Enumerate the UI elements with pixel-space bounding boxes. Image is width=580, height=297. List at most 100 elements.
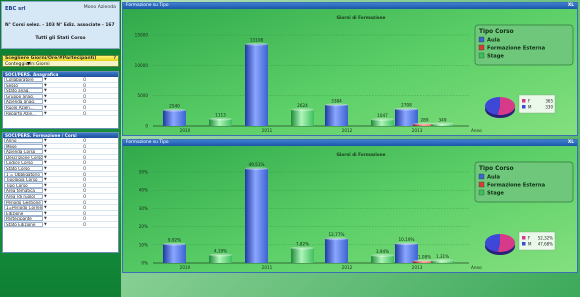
bar-cap	[395, 242, 418, 246]
chart-panel-bottom: Formazione su Tipo XL Giorni di Formazio…	[122, 139, 578, 273]
chevron-down-icon[interactable]: ▼	[44, 155, 47, 160]
list-item-label: Tipologia Corso	[4, 177, 43, 183]
bar-aula	[245, 44, 268, 126]
selector-header: Scegliere Giorni/Ore/#Partecipanti) ?	[3, 56, 118, 61]
data-label: 3,94%	[376, 249, 389, 254]
list-item-label: Stato anag.	[4, 88, 43, 94]
chevron-down-icon[interactable]: ▼	[44, 83, 47, 88]
formazione-panel: SOCI/PERS. Formazione / Corsi Anno ▼ O Mese…	[2, 132, 119, 253]
chevron-down-icon[interactable]: ▼	[44, 205, 47, 210]
count-selector[interactable]: Conteggio in: Giorni ▼	[4, 62, 118, 67]
chevron-down-icon[interactable]: ▼	[44, 177, 47, 182]
list-item-label: Ruolo Azien...	[4, 104, 43, 110]
excel-icon[interactable]: XL	[568, 140, 574, 146]
list-item-label: Edizione	[4, 210, 43, 216]
list-item-label: Mese	[4, 143, 43, 149]
select-indicator[interactable]: O	[83, 83, 86, 88]
select-indicator[interactable]: O	[83, 222, 86, 227]
bar-stage	[291, 248, 314, 263]
select-indicator[interactable]: O	[83, 99, 86, 104]
x-tick-label: 2010	[180, 128, 191, 133]
chevron-down-icon[interactable]: ▼	[44, 144, 47, 149]
chevron-down-icon[interactable]: ▼	[27, 62, 31, 67]
select-indicator[interactable]: O	[83, 77, 86, 82]
legend-title: Tipo Corso	[479, 29, 514, 35]
chevron-down-icon[interactable]: ▼	[44, 211, 47, 216]
chevron-down-icon[interactable]: ▼	[44, 188, 47, 193]
chevron-down-icon[interactable]: ▼	[44, 94, 47, 99]
chevron-down-icon[interactable]: ▼	[44, 222, 47, 227]
bar-cap	[431, 122, 454, 126]
chevron-down-icon[interactable]: ▼	[44, 138, 47, 143]
chevron-down-icon[interactable]: ▼	[44, 88, 47, 93]
tick-label: 30%	[139, 206, 148, 211]
select-indicator[interactable]: O	[83, 144, 86, 149]
select-indicator[interactable]: O	[83, 172, 86, 177]
bar-cap	[163, 242, 186, 246]
chevron-down-icon[interactable]: ▼	[44, 160, 47, 165]
select-indicator[interactable]: O	[83, 177, 86, 182]
data-label: 2708	[401, 103, 412, 108]
bar-aula	[163, 110, 186, 126]
select-indicator[interactable]: O	[83, 166, 86, 171]
bar-cap	[325, 237, 348, 241]
select-indicator[interactable]: O	[83, 160, 86, 165]
excel-icon[interactable]: XL	[568, 3, 574, 9]
select-indicator[interactable]: O	[83, 211, 86, 216]
x-tick-label: 2010	[180, 265, 191, 270]
select-indicator[interactable]: O	[83, 200, 86, 205]
list-item-label: Codice Corso	[4, 160, 43, 166]
select-indicator[interactable]: O	[83, 194, 86, 199]
chevron-down-icon[interactable]: ▼	[44, 194, 47, 199]
select-indicator[interactable]: O	[83, 138, 86, 143]
chevron-down-icon[interactable]: ▼	[44, 216, 47, 221]
chevron-down-icon[interactable]: ▼	[44, 99, 47, 104]
chevron-down-icon[interactable]: ▼	[44, 77, 47, 82]
list-item-label: Tipo Corso	[4, 182, 43, 188]
anagrafica-list: Collaboratore ▼ O Sesso ▼ O Stato anag. ▼ O Grupp…	[3, 77, 118, 117]
bar-aula	[163, 244, 186, 263]
list-item-label: Area (di ruolo)	[4, 193, 43, 199]
select-indicator[interactable]: O	[83, 188, 86, 193]
chevron-down-icon[interactable]: ▼	[44, 200, 47, 205]
left-sidebar: EBC srl Mono Azienda N° Corsi selez. - 1…	[0, 0, 121, 297]
select-indicator[interactable]: O	[83, 155, 86, 160]
select-indicator[interactable]: O	[83, 149, 86, 154]
bar-stage	[291, 109, 314, 126]
legend-item: Formazione Esterna	[487, 46, 546, 52]
chevron-down-icon[interactable]: ▼	[44, 166, 47, 171]
data-label: 10,19%	[399, 237, 415, 242]
list-item-label: Stato Corso	[4, 165, 43, 171]
data-label: 289	[421, 118, 429, 123]
chart-panel-header: Formazione su Tipo XL	[123, 140, 577, 146]
select-indicator[interactable]: O	[83, 216, 86, 221]
chevron-down-icon[interactable]: ▼	[44, 172, 47, 177]
pie-value: 52,32%	[538, 236, 553, 241]
list-item[interactable]: Stato Edizione ▼ O	[3, 221, 118, 228]
chevron-down-icon[interactable]: ▼	[44, 111, 47, 116]
bar-cap	[209, 253, 232, 257]
bar-cap	[371, 117, 394, 121]
data-label: 1,31%	[436, 254, 449, 259]
tick-label: 20%	[139, 224, 148, 229]
tick-label: 40%	[139, 188, 148, 193]
select-indicator[interactable]: O	[83, 105, 86, 110]
bar-cap	[163, 108, 186, 112]
data-label: 1047	[377, 113, 388, 118]
select-indicator[interactable]: O	[83, 88, 86, 93]
select-indicator[interactable]: O	[83, 94, 86, 99]
select-indicator[interactable]: O	[83, 183, 86, 188]
data-label: 1113	[215, 113, 226, 118]
chevron-down-icon[interactable]: ▼	[44, 149, 47, 154]
legend-title: Tipo Corso	[479, 166, 514, 172]
chevron-down-icon[interactable]: ▼	[44, 105, 47, 110]
list-item[interactable]: Reparto Azie... ▼ O	[3, 110, 118, 117]
select-indicator[interactable]: O	[83, 205, 86, 210]
pie-swatch	[522, 105, 526, 109]
help-icon[interactable]: ?	[113, 56, 116, 61]
info-box: EBC srl Mono Azienda N° Corsi selez. - 1…	[1, 1, 120, 49]
list-item-label: Gruppo anag.	[4, 93, 43, 99]
select-indicator[interactable]: O	[83, 111, 86, 116]
chevron-down-icon[interactable]: ▼	[44, 183, 47, 188]
count-value[interactable]: Giorni	[36, 62, 50, 67]
